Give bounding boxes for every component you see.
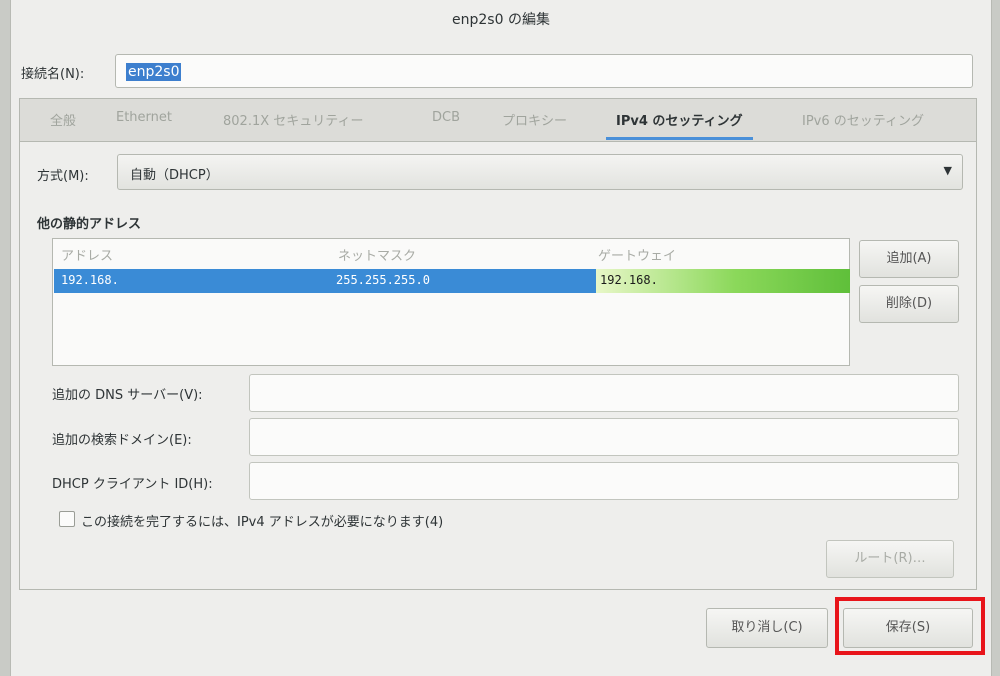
dialog-title: enp2s0 の編集 xyxy=(452,12,550,28)
delete-address-button[interactable]: 削除(D) xyxy=(859,285,959,323)
connection-name-label: 接続名(N): xyxy=(21,67,85,82)
connection-name-value: enp2s0 xyxy=(126,63,182,81)
cancel-button[interactable]: 取り消し(C) xyxy=(706,608,828,648)
tab-bar: 全般 Ethernet 802.1X セキュリティー DCB プロキシー IPv… xyxy=(20,99,976,142)
require-ipv4-checkbox[interactable] xyxy=(59,511,75,527)
static-addresses-title: 他の静的アドレス xyxy=(37,217,142,232)
tab-dcb[interactable]: DCB xyxy=(432,110,460,125)
address-table[interactable]: アドレス ネットマスク ゲートウェイ 192.168. 255.255.255.… xyxy=(52,238,850,366)
address-cell[interactable]: 192.168. xyxy=(61,273,119,287)
tab-8021x-security[interactable]: 802.1X セキュリティー xyxy=(223,110,363,129)
tab-general[interactable]: 全般 xyxy=(50,110,76,129)
search-domains-input[interactable] xyxy=(249,418,959,456)
connection-name-input[interactable]: enp2s0 xyxy=(115,54,973,88)
routes-button[interactable]: ルート(R)… xyxy=(826,540,954,578)
save-highlight-box xyxy=(835,597,985,655)
add-address-button[interactable]: 追加(A) xyxy=(859,240,959,278)
edit-connection-dialog: enp2s0 の編集 接続名(N): enp2s0 全般 Ethernet 80… xyxy=(10,0,992,676)
method-label: 方式(M): xyxy=(37,169,89,184)
dhcp-client-id-label: DHCP クライアント ID(H): xyxy=(52,477,213,492)
column-header-netmask[interactable]: ネットマスク xyxy=(338,245,416,264)
column-header-gateway[interactable]: ゲートウェイ xyxy=(598,245,676,264)
gateway-cell[interactable]: 192.168. xyxy=(596,269,850,293)
dns-servers-input[interactable] xyxy=(249,374,959,412)
search-domains-label: 追加の検索ドメイン(E): xyxy=(52,433,192,448)
tab-ethernet[interactable]: Ethernet xyxy=(116,110,172,125)
tab-proxy[interactable]: プロキシー xyxy=(502,110,567,129)
column-header-address[interactable]: アドレス xyxy=(61,245,113,264)
method-value: 自動（DHCP） xyxy=(130,168,219,183)
gateway-cell-value: 192.168. xyxy=(600,273,658,287)
tab-ipv6-settings[interactable]: IPv6 のセッティング xyxy=(802,110,924,129)
method-dropdown[interactable]: 自動（DHCP） ▼ xyxy=(117,154,963,190)
require-ipv4-label[interactable]: この接続を完了するには、IPv4 アドレスが必要になります(4) xyxy=(81,511,443,530)
dns-servers-label: 追加の DNS サーバー(V): xyxy=(52,388,203,403)
netmask-cell[interactable]: 255.255.255.0 xyxy=(336,273,430,287)
dhcp-client-id-input[interactable] xyxy=(249,462,959,500)
dropdown-arrow-icon: ▼ xyxy=(943,164,952,177)
tab-ipv4-settings[interactable]: IPv4 のセッティング xyxy=(606,110,753,140)
